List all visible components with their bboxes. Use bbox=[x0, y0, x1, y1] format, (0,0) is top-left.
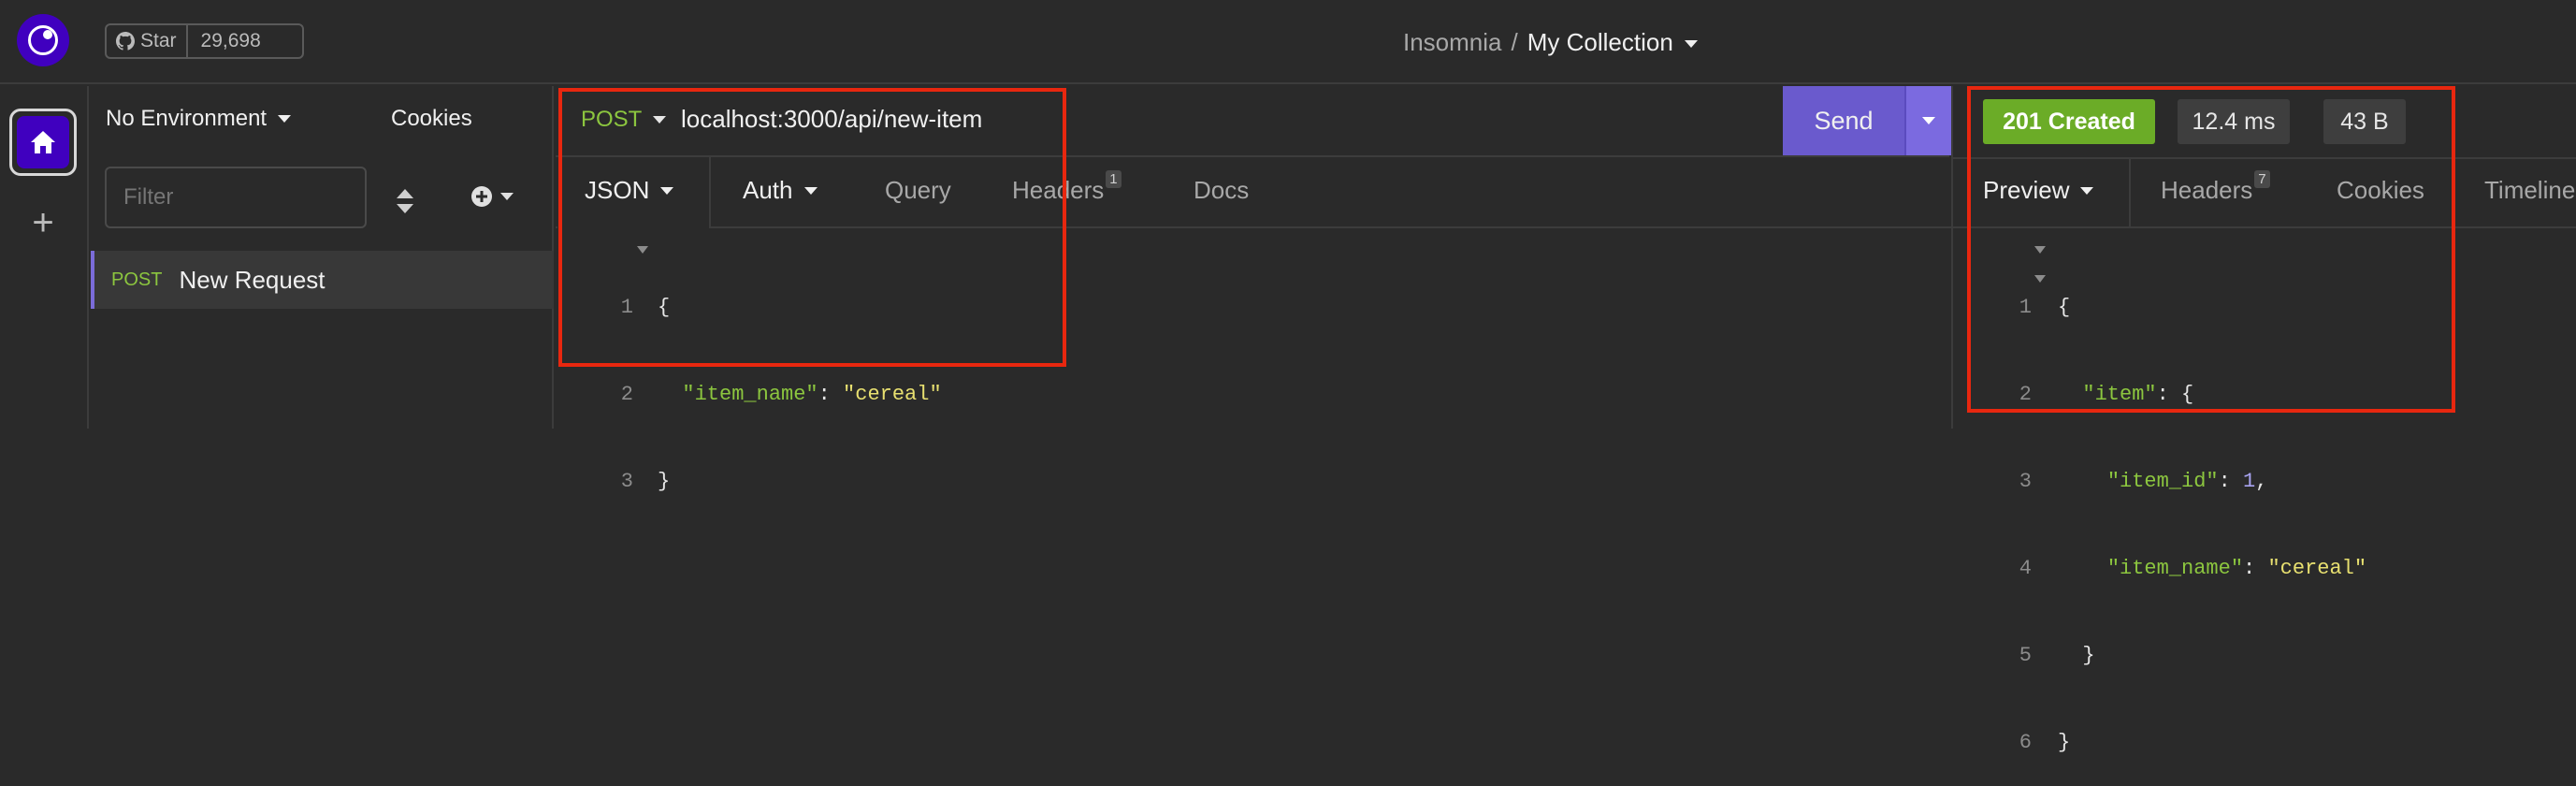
home-button[interactable] bbox=[9, 109, 77, 176]
method-dropdown[interactable]: POST bbox=[581, 107, 667, 133]
send-options-button[interactable] bbox=[1904, 86, 1951, 155]
json-value: "cereal" bbox=[843, 383, 942, 406]
home-icon bbox=[31, 131, 55, 153]
star-count: 29,698 bbox=[200, 30, 261, 51]
caret-down-icon bbox=[803, 186, 818, 195]
json-value: 1 bbox=[2243, 470, 2256, 493]
response-line-numbers: 1 2 3 4 5 6 bbox=[2011, 235, 2032, 786]
fold-caret-icon[interactable] bbox=[2034, 246, 2046, 254]
json-value: "cereal" bbox=[2267, 557, 2367, 580]
response-body-viewer: { "item": { "item_id": 1, "item_name": "… bbox=[2058, 296, 2367, 754]
github-star-button[interactable]: Star 29,698 bbox=[105, 23, 304, 59]
headers-count-badge: 1 bbox=[1106, 170, 1122, 188]
tab-timeline[interactable]: Timeline bbox=[2484, 176, 2575, 205]
caret-down-icon bbox=[660, 186, 674, 195]
tab-preview[interactable]: Preview bbox=[1983, 176, 2094, 205]
response-time-badge: 12.4 ms bbox=[2178, 99, 2290, 144]
collection-name: My Collection bbox=[1527, 27, 1673, 56]
url-input[interactable]: localhost:3000/api/new-item bbox=[681, 105, 982, 134]
caret-down-icon bbox=[500, 193, 514, 200]
request-body-editor[interactable]: { "item_name": "cereal" } bbox=[658, 235, 942, 525]
tab-json[interactable]: JSON bbox=[585, 176, 674, 205]
status-badge: 201 Created bbox=[1983, 99, 2155, 144]
tab-response-headers[interactable]: Headers 7 bbox=[2161, 170, 2270, 205]
breadcrumb-separator: / bbox=[1511, 27, 1518, 56]
line-number: 2 bbox=[2019, 383, 2032, 406]
send-button[interactable]: Send bbox=[1783, 86, 1904, 155]
tab-headers-label: Headers bbox=[1012, 176, 1105, 204]
line-number: 3 bbox=[620, 470, 633, 493]
pane-divider[interactable] bbox=[1951, 86, 1953, 429]
tab-docs[interactable]: Docs bbox=[1194, 176, 1249, 205]
star-label: Star bbox=[140, 30, 177, 51]
filter-input[interactable] bbox=[105, 167, 367, 228]
sort-icon[interactable] bbox=[393, 185, 417, 217]
line-number: 6 bbox=[2019, 731, 2032, 754]
request-line-numbers: 1 2 3 bbox=[613, 235, 633, 525]
caret-down-icon bbox=[2080, 186, 2094, 195]
cookies-button[interactable]: Cookies bbox=[391, 106, 472, 132]
caret-down-icon bbox=[278, 115, 292, 123]
caret-down-icon bbox=[653, 116, 667, 124]
tab-auth[interactable]: Auth bbox=[743, 176, 818, 205]
request-method: POST bbox=[111, 269, 163, 290]
line-number: 1 bbox=[620, 296, 633, 319]
fold-caret-icon[interactable] bbox=[637, 246, 648, 254]
line-number: 2 bbox=[620, 383, 633, 406]
add-circle-icon bbox=[471, 186, 492, 207]
breadcrumb: Insomnia / My Collection bbox=[1403, 22, 1871, 62]
collection-dropdown[interactable]: My Collection bbox=[1527, 28, 1698, 57]
tab-response-cookies[interactable]: Cookies bbox=[2337, 176, 2424, 205]
tab-auth-label: Auth bbox=[743, 176, 793, 204]
tab-preview-label: Preview bbox=[1983, 176, 2070, 204]
github-icon bbox=[116, 32, 135, 51]
json-key: "item" bbox=[2082, 383, 2157, 406]
request-list-item[interactable]: POST New Request bbox=[91, 251, 554, 309]
environment-dropdown[interactable]: No Environment bbox=[106, 106, 292, 132]
line-number: 3 bbox=[2019, 470, 2032, 493]
line-number: 1 bbox=[2019, 296, 2032, 319]
method-label: POST bbox=[581, 107, 643, 132]
line-number: 4 bbox=[2019, 557, 2032, 580]
request-name: New Request bbox=[179, 265, 326, 294]
breadcrumb-app[interactable]: Insomnia bbox=[1403, 28, 1502, 57]
tab-response-headers-label: Headers bbox=[2161, 176, 2253, 204]
response-size-badge: 43 B bbox=[2323, 99, 2406, 144]
json-key: "item_name" bbox=[2106, 557, 2244, 580]
top-bar bbox=[0, 0, 2576, 84]
tab-query[interactable]: Query bbox=[885, 176, 951, 205]
response-headers-count-badge: 7 bbox=[2254, 170, 2270, 188]
tab-json-label: JSON bbox=[585, 176, 650, 204]
json-key: "item_name" bbox=[682, 383, 818, 406]
add-request-button[interactable] bbox=[470, 185, 514, 208]
tab-headers[interactable]: Headers 1 bbox=[1012, 170, 1122, 205]
json-key: "item_id" bbox=[2106, 470, 2219, 493]
environment-label: No Environment bbox=[106, 106, 268, 131]
caret-down-icon bbox=[1684, 39, 1698, 48]
caret-down-icon bbox=[1922, 117, 1935, 124]
plus-icon[interactable]: + bbox=[22, 202, 64, 243]
line-number: 5 bbox=[2019, 644, 2032, 667]
fold-caret-icon[interactable] bbox=[2034, 275, 2046, 283]
insomnia-logo-icon[interactable] bbox=[17, 14, 69, 66]
